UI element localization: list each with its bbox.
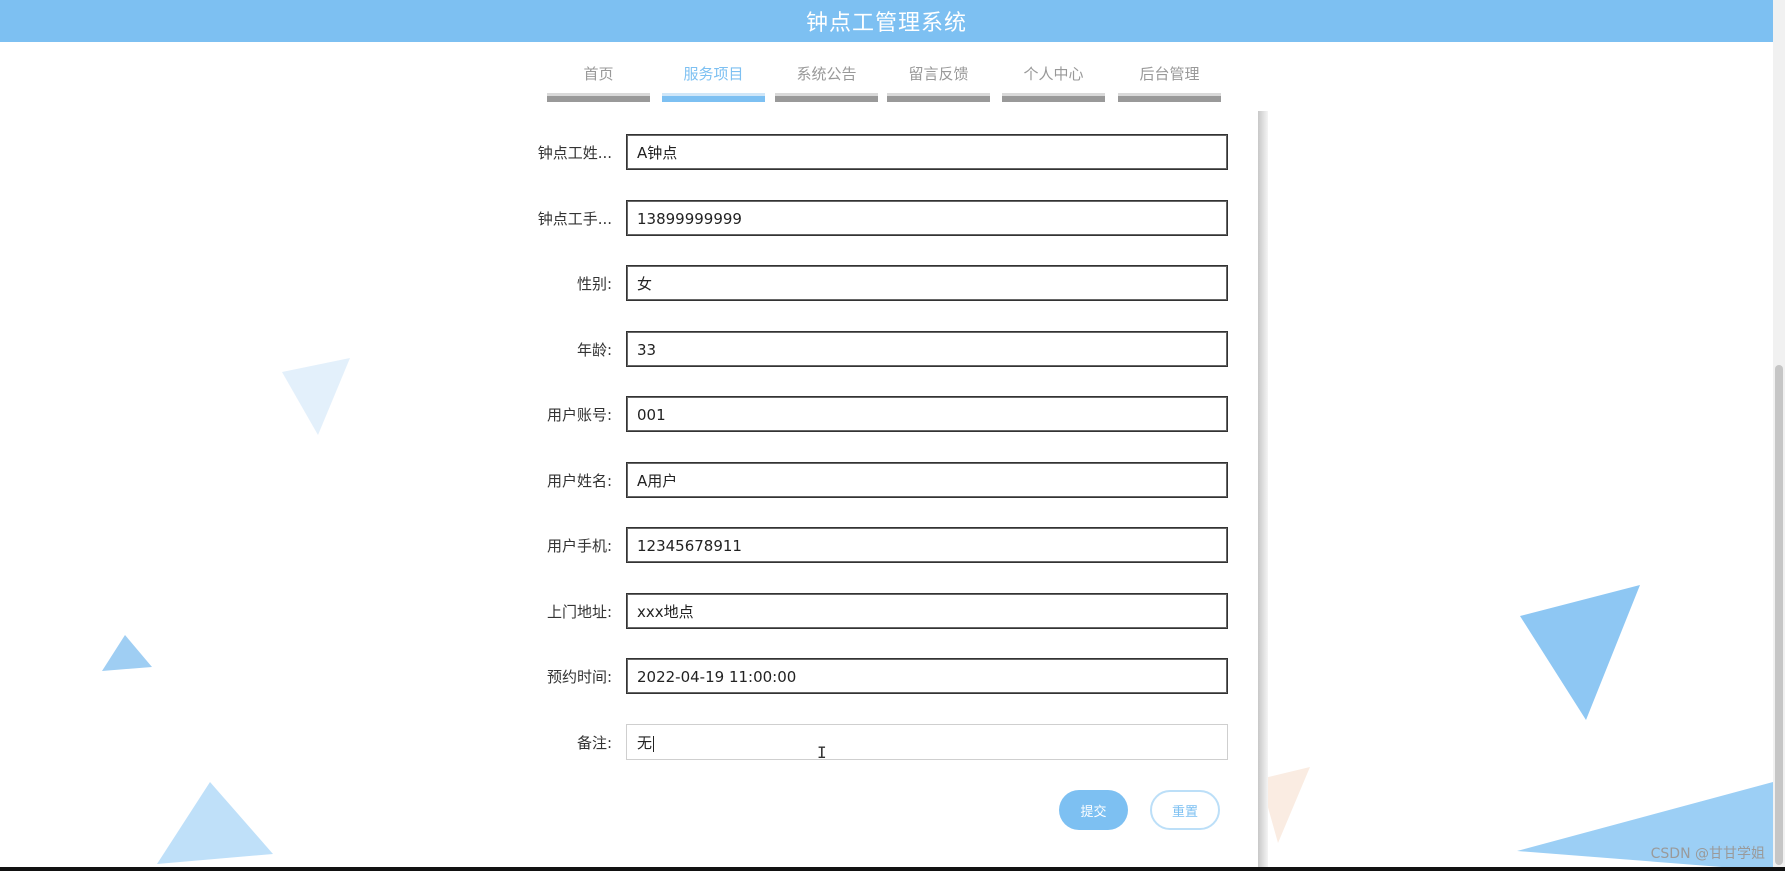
panel-edge-shadow: [1258, 111, 1268, 871]
form-row-user-account: 用户账号: 001: [520, 396, 1230, 434]
user-account-field[interactable]: 001: [626, 396, 1228, 432]
nav-item-profile[interactable]: 个人中心: [1002, 58, 1105, 102]
form-row-remark: 备注: 无 I: [520, 724, 1230, 762]
watermark: CSDN @甘甘学姐: [1650, 846, 1765, 862]
field-label: 用户账号:: [546, 406, 612, 424]
user-name-field[interactable]: A用户: [626, 462, 1228, 498]
top-header: 钟点工管理系统: [0, 0, 1773, 42]
nav-underline: [1002, 93, 1105, 102]
field-label: 性别:: [576, 275, 612, 293]
field-label: 钟点工姓...: [537, 144, 612, 162]
nav-item-admin[interactable]: 后台管理: [1118, 58, 1221, 102]
remark-field[interactable]: 无 I: [626, 724, 1228, 762]
field-label: 年龄:: [576, 341, 612, 359]
nav-item-label: 系统公告: [796, 65, 857, 83]
decor-triangle: [282, 358, 350, 435]
decor-triangle: [1520, 585, 1640, 720]
decor-triangle: [157, 782, 273, 864]
nav-item-announcements[interactable]: 系统公告: [775, 58, 878, 102]
remark-value: 无: [637, 734, 653, 752]
age-field[interactable]: 33: [626, 331, 1228, 367]
form-row-user-name: 用户姓名: A用户: [520, 462, 1230, 500]
decor-triangle: [102, 635, 152, 671]
nav-item-label: 首页: [583, 65, 614, 83]
form-row-gender: 性别: 女: [520, 265, 1230, 303]
field-label: 备注:: [576, 734, 612, 752]
nav-item-label: 服务项目: [683, 65, 744, 83]
field-label: 上门地址:: [546, 603, 612, 621]
nav-item-label: 留言反馈: [908, 65, 969, 83]
app-title: 钟点工管理系统: [805, 11, 967, 36]
submit-button[interactable]: 提交: [1059, 790, 1128, 830]
field-label: 用户姓名:: [546, 472, 612, 490]
form-row-worker-phone: 钟点工手... 13899999999: [520, 200, 1230, 238]
form-row-user-phone: 用户手机: 12345678911: [520, 527, 1230, 565]
nav-item-label: 个人中心: [1023, 65, 1084, 83]
nav-underline: [662, 93, 765, 102]
vertical-scrollbar[interactable]: [1773, 0, 1785, 871]
gender-field[interactable]: 女: [626, 265, 1228, 301]
form-row-appointment-time: 预约时间: 2022-04-19 11:00:00: [520, 658, 1230, 696]
nav-item-home[interactable]: 首页: [547, 58, 650, 102]
nav-underline: [547, 93, 650, 102]
scrollbar-thumb[interactable]: [1775, 365, 1783, 865]
appointment-time-field[interactable]: 2022-04-19 11:00:00: [626, 658, 1228, 694]
text-caret: [653, 735, 655, 752]
ibeam-cursor-icon: I: [817, 743, 827, 762]
nav-item-label: 后台管理: [1139, 65, 1200, 83]
form-row-worker-name: 钟点工姓... A钟点: [520, 134, 1230, 172]
address-field[interactable]: xxx地点: [626, 593, 1228, 629]
field-label: 钟点工手...: [537, 210, 612, 228]
worker-phone-field[interactable]: 13899999999: [626, 200, 1228, 236]
worker-name-field[interactable]: A钟点: [626, 134, 1228, 170]
reset-button[interactable]: 重置: [1150, 790, 1220, 830]
field-label: 预约时间:: [546, 668, 612, 686]
nav-underline: [775, 93, 878, 102]
nav-underline: [1118, 93, 1221, 102]
form-row-age: 年龄: 33: [520, 331, 1230, 369]
bottom-edge: [0, 867, 1785, 871]
user-phone-field[interactable]: 12345678911: [626, 527, 1228, 563]
form-row-address: 上门地址: xxx地点: [520, 593, 1230, 631]
field-label: 用户手机:: [546, 537, 612, 555]
nav-item-feedback[interactable]: 留言反馈: [887, 58, 990, 102]
nav-item-services[interactable]: 服务项目: [662, 58, 765, 102]
nav-underline: [887, 93, 990, 102]
